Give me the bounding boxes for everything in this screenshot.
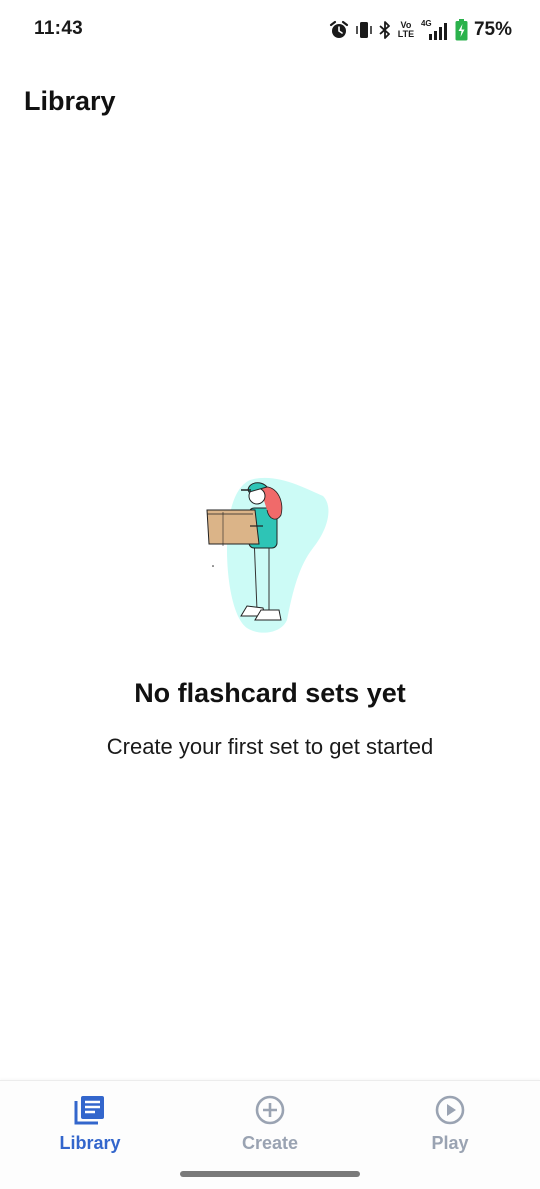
nav-item-play[interactable]: Play <box>360 1093 540 1163</box>
add-circle-icon <box>254 1093 286 1127</box>
vibrate-icon <box>355 20 373 40</box>
empty-library-illustration <box>206 477 329 633</box>
empty-state: No flashcard sets yet Create your first … <box>0 470 540 759</box>
status-time: 11:43 <box>34 18 84 39</box>
library-icon <box>73 1093 107 1127</box>
status-bar: 11:43 Vo LTE 4G 75% <box>0 0 540 60</box>
volte-indicator: Vo LTE <box>397 21 415 39</box>
home-indicator[interactable] <box>180 1171 360 1177</box>
play-circle-icon <box>434 1093 466 1127</box>
alarm-icon <box>329 20 349 40</box>
signal-indicator: 4G <box>421 19 449 41</box>
status-icons: Vo LTE 4G 75% <box>329 17 512 43</box>
signal-bars-icon <box>428 23 447 40</box>
volte-bottom-label: LTE <box>397 29 415 39</box>
nav-label-play: Play <box>431 1133 469 1153</box>
battery-icon <box>455 19 468 41</box>
nav-label-create: Create <box>241 1133 299 1153</box>
nav-item-create[interactable]: Create <box>180 1093 360 1163</box>
page-title: Library <box>24 86 116 116</box>
battery-percent: 75% <box>473 19 512 40</box>
nav-label-library: Library <box>59 1133 121 1153</box>
nav-item-library[interactable]: Library <box>0 1093 180 1163</box>
empty-state-title: No flashcard sets yet <box>134 678 406 708</box>
bluetooth-icon <box>379 20 391 40</box>
empty-state-subtitle: Create your first set to get started <box>106 734 434 759</box>
